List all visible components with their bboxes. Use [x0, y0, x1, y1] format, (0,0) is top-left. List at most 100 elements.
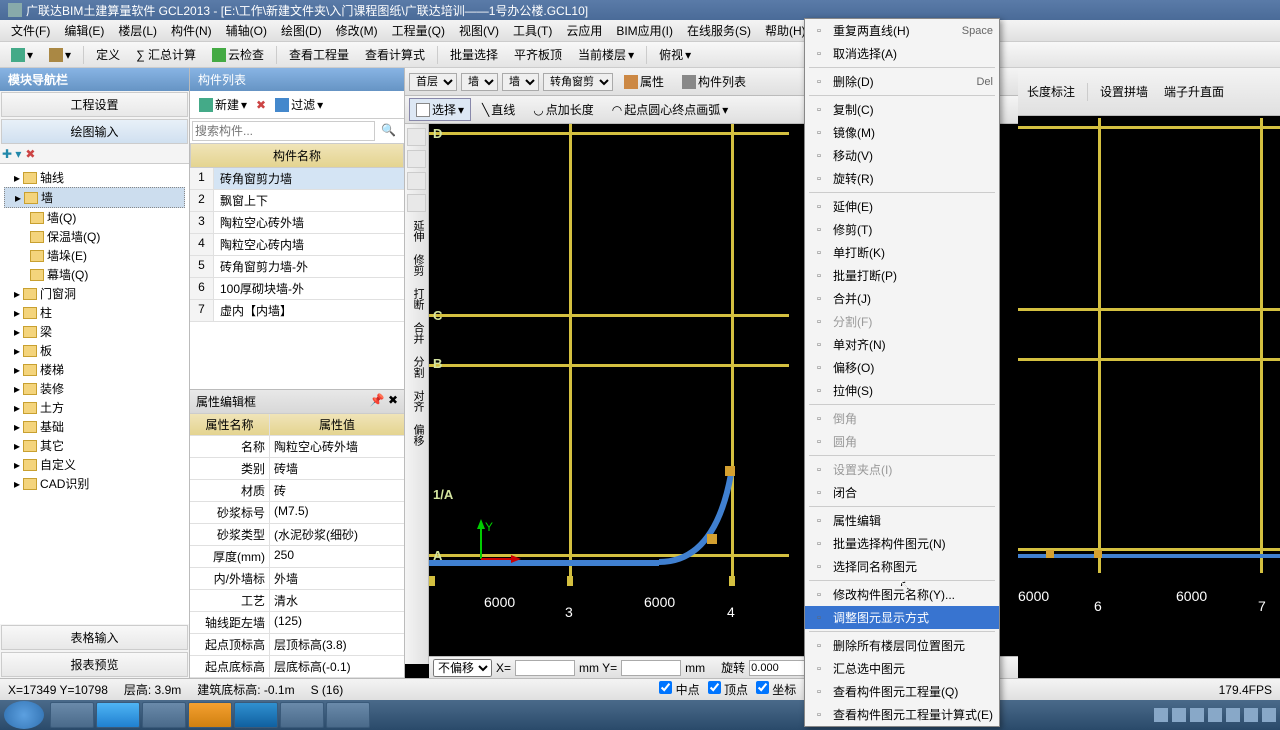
tree-item[interactable]: 墙垛(E) [4, 246, 185, 265]
add-icon[interactable]: ✚ ▾ [2, 147, 21, 161]
cloud-check-button[interactable]: 云检查 [205, 43, 271, 66]
tree-item[interactable]: ▸ CAD识别 [4, 474, 185, 493]
arc-tool[interactable]: ◡ 点加长度 [526, 98, 601, 121]
context-menu-item[interactable]: ▫汇总选中图元 [805, 657, 999, 680]
context-menu-item[interactable]: ▫镜像(M) [805, 121, 999, 144]
tree-item[interactable]: ▸ 墙 [4, 187, 185, 208]
menu-item[interactable]: 绘图(D) [274, 22, 329, 39]
from-edge-button[interactable]: 端子升直面 [1157, 80, 1231, 103]
menu-item[interactable]: 工程量(Q) [385, 22, 452, 39]
tree-item[interactable]: ▸ 轴线 [4, 168, 185, 187]
status-checkbox[interactable]: 中点 [659, 681, 699, 698]
task-5[interactable] [234, 702, 278, 728]
tree-item[interactable]: ▸ 门窗洞 [4, 284, 185, 303]
vtool-3[interactable] [407, 172, 426, 190]
context-menu-item[interactable]: ▫拉伸(S) [805, 379, 999, 402]
report-preview-tab[interactable]: 报表预览 [1, 652, 188, 677]
context-menu-item[interactable]: ▫重复两直线(H)Space [805, 19, 999, 42]
property-row[interactable]: 起点顶标高层顶标高(3.8) [190, 634, 404, 656]
tree-item[interactable]: ▸ 梁 [4, 322, 185, 341]
component-row[interactable]: 2飘窗上下 [190, 190, 404, 212]
menu-bar[interactable]: 文件(F)编辑(E)楼层(L)构件(N)辅轴(O)绘图(D)修改(M)工程量(Q… [0, 20, 1280, 42]
context-menu-item[interactable]: ▫单对齐(N) [805, 333, 999, 356]
offset-mode[interactable]: 不偏移 [433, 659, 492, 677]
property-row[interactable]: 砂浆标号(M7.5) [190, 502, 404, 524]
angle-input[interactable] [749, 660, 809, 676]
current-floor-button[interactable]: 当前楼层 ▾ [571, 43, 641, 66]
menu-item[interactable]: 工具(T) [506, 22, 559, 39]
property-row[interactable]: 起点底标高层底标高(-0.1) [190, 656, 404, 678]
search-input[interactable] [192, 121, 375, 141]
context-menu-item[interactable]: ▫查看构件图元工程量计算式(E) [805, 703, 999, 726]
tree-item[interactable]: ▸ 其它 [4, 436, 185, 455]
property-row[interactable]: 厚度(mm)250 [190, 546, 404, 568]
delete-icon[interactable]: ✖ [256, 98, 266, 112]
tree-item[interactable]: ▸ 土方 [4, 398, 185, 417]
floor-select[interactable]: 首层 [409, 73, 457, 91]
vtool-1[interactable] [407, 128, 426, 146]
sum-calc-button[interactable]: ∑ 汇总计算 [129, 43, 203, 66]
category-tree[interactable]: ▸ 轴线▸ 墙墙(Q)保温墙(Q)墙垛(E)幕墙(Q)▸ 门窗洞▸ 柱▸ 梁▸ … [0, 164, 189, 624]
menu-item[interactable]: 云应用 [559, 22, 609, 39]
select-tool[interactable]: 选择 ▾ [409, 98, 471, 121]
remove-icon[interactable]: ✖ [25, 147, 35, 161]
property-row[interactable]: 工艺清水 [190, 590, 404, 612]
component-row[interactable]: 6100厚砌块墙-外 [190, 278, 404, 300]
component-row[interactable]: 4陶粒空心砖内墙 [190, 234, 404, 256]
task-3[interactable] [142, 702, 186, 728]
property-row[interactable]: 名称陶粒空心砖外墙 [190, 436, 404, 458]
menu-item[interactable]: 视图(V) [452, 22, 506, 39]
line-tool[interactable]: ╲ 直线 [475, 98, 522, 121]
view-3d-button[interactable]: 俯视 ▾ [652, 43, 698, 66]
tree-item[interactable]: 幕墙(Q) [4, 265, 185, 284]
context-menu-item[interactable]: ▫批量选择构件图元(N) [805, 532, 999, 555]
x-input[interactable] [515, 660, 575, 676]
context-menu-item[interactable]: ▫复制(C) [805, 98, 999, 121]
context-menu-item[interactable]: ▫选择同名称图元 [805, 555, 999, 578]
task-1[interactable] [50, 702, 94, 728]
search-icon[interactable]: 🔍 [375, 121, 402, 141]
task-6[interactable] [280, 702, 324, 728]
vtool-4[interactable] [407, 194, 426, 212]
task-2[interactable] [96, 702, 140, 728]
context-menu-item[interactable]: ▫闭合 [805, 481, 999, 504]
pin-icon[interactable]: 📌 [370, 393, 385, 407]
category-select-1[interactable]: 墙 [461, 73, 498, 91]
menu-item[interactable]: 构件(N) [164, 22, 219, 39]
property-row[interactable]: 砂浆类型(水泥砂浆(细砂) [190, 524, 404, 546]
redo-button[interactable]: ▾ [42, 45, 78, 65]
complist-button[interactable]: 构件列表 [675, 70, 753, 93]
table-input-tab[interactable]: 表格输入 [1, 625, 188, 650]
right-canvas[interactable]: 6000 6000 6 7 [1018, 68, 1280, 678]
project-settings-tab[interactable]: 工程设置 [1, 92, 188, 117]
component-row[interactable]: 1砖角窗剪力墙 [190, 168, 404, 190]
tree-item[interactable]: ▸ 自定义 [4, 455, 185, 474]
tree-item[interactable]: 保温墙(Q) [4, 227, 185, 246]
property-row[interactable]: 材质砖 [190, 480, 404, 502]
context-menu-item[interactable]: ▫偏移(O) [805, 356, 999, 379]
tree-item[interactable]: ▸ 板 [4, 341, 185, 360]
component-row[interactable]: 5砖角窗剪力墙-外 [190, 256, 404, 278]
context-menu-item[interactable]: ▫修剪(T) [805, 218, 999, 241]
menu-item[interactable]: 修改(M) [329, 22, 385, 39]
status-checkbox[interactable]: 坐标 [756, 681, 796, 698]
new-component-button[interactable]: 新建 ▾ [192, 93, 254, 116]
batch-select-button[interactable]: 批量选择 [443, 43, 505, 66]
startend-arc-tool[interactable]: ◠ 起点圆心终点画弧 ▾ [605, 98, 736, 121]
menu-item[interactable]: 编辑(E) [57, 22, 111, 39]
vtool-2[interactable] [407, 150, 426, 168]
context-menu-item[interactable]: ▫合并(J) [805, 287, 999, 310]
task-4[interactable] [188, 702, 232, 728]
length-label-button[interactable]: 长度标注 [1020, 80, 1082, 103]
property-row[interactable]: 内/外墙标外墙 [190, 568, 404, 590]
define-button[interactable]: 定义 [89, 43, 127, 66]
attr-button[interactable]: 属性 [617, 70, 671, 93]
set-join-button[interactable]: 设置拼墙 [1093, 80, 1155, 103]
component-row[interactable]: 3陶粒空心砖外墙 [190, 212, 404, 234]
property-row[interactable]: 轴线距左墙(125) [190, 612, 404, 634]
menu-item[interactable]: 楼层(L) [111, 22, 164, 39]
tree-item[interactable]: ▸ 柱 [4, 303, 185, 322]
tree-item[interactable]: 墙(Q) [4, 208, 185, 227]
component-row[interactable]: 7虚内【内墙】 [190, 300, 404, 322]
start-button[interactable] [4, 701, 44, 729]
